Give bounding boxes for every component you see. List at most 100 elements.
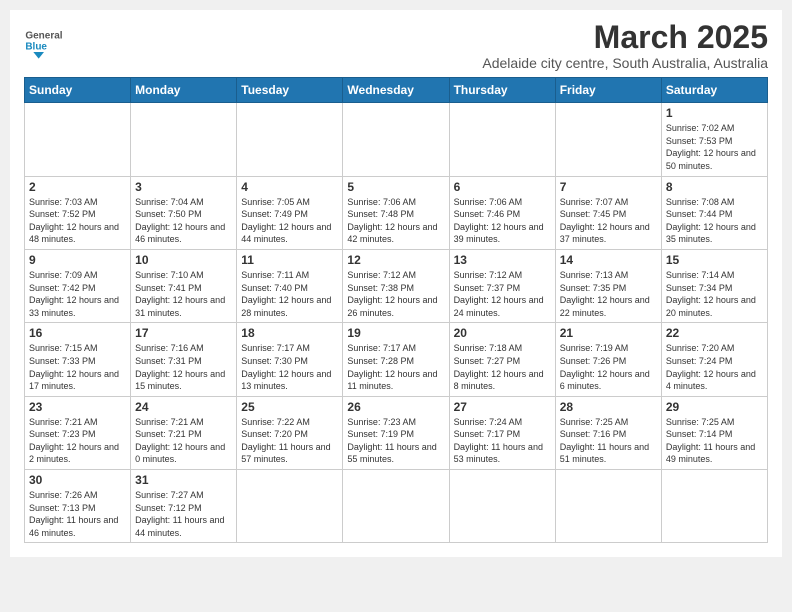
- col-wednesday: Wednesday: [343, 78, 449, 103]
- day-number: 10: [135, 253, 232, 267]
- day-info: Sunrise: 7:04 AM Sunset: 7:50 PM Dayligh…: [135, 196, 232, 246]
- day-number: 13: [454, 253, 551, 267]
- calendar-day: 17Sunrise: 7:16 AM Sunset: 7:31 PM Dayli…: [131, 323, 237, 396]
- header: General Blue March 2025 Adelaide city ce…: [24, 20, 768, 71]
- day-number: 16: [29, 326, 126, 340]
- calendar-day: 20 Sunrise: 7:18 AM Sunset: 7:27 PM Dayli…: [449, 323, 555, 396]
- day-number: 1: [666, 106, 763, 120]
- day-info: Sunrise: 7:17 AM Sunset: 7:30 PM Dayligh…: [241, 342, 338, 392]
- calendar-day: [661, 470, 767, 543]
- calendar-day: 10Sunrise: 7:10 AM Sunset: 7:41 PM Dayli…: [131, 249, 237, 322]
- calendar-day: 31Sunrise: 7:27 AM Sunset: 7:12 PM Dayli…: [131, 470, 237, 543]
- day-number: 3: [135, 180, 232, 194]
- calendar-day: [237, 103, 343, 176]
- calendar-day: 2 Sunrise: 7:03 AM Sunset: 7:52 PM Daylig…: [25, 176, 131, 249]
- day-info: Sunrise: 7:14 AM Sunset: 7:34 PM Dayligh…: [666, 269, 763, 319]
- day-info: Sunrise: 7:07 AM Sunset: 7:45 PM Dayligh…: [560, 196, 657, 246]
- calendar-header-row: Sunday Monday Tuesday Wednesday Thursday…: [25, 78, 768, 103]
- day-number: 8: [666, 180, 763, 194]
- day-info: Sunrise: 7:12 AM Sunset: 7:37 PM Dayligh…: [454, 269, 551, 319]
- day-number: 4: [241, 180, 338, 194]
- day-number: 26: [347, 400, 444, 414]
- calendar-week-3: 16 Sunrise: 7:15 AM Sunset: 7:33 PM Dayli…: [25, 323, 768, 396]
- calendar-day: 7 Sunrise: 7:07 AM Sunset: 7:45 PM Daylig…: [555, 176, 661, 249]
- day-number: 20: [454, 326, 551, 340]
- calendar-day: [449, 103, 555, 176]
- calendar-day: 8 Sunrise: 7:08 AM Sunset: 7:44 PM Daylig…: [661, 176, 767, 249]
- calendar-week-4: 23Sunrise: 7:21 AM Sunset: 7:23 PM Dayli…: [25, 396, 768, 469]
- calendar-day: 25Sunrise: 7:22 AM Sunset: 7:20 PM Dayli…: [237, 396, 343, 469]
- calendar-week-2: 9 Sunrise: 7:09 AM Sunset: 7:42 PM Daylig…: [25, 249, 768, 322]
- calendar-day: 1 Sunrise: 7:02 AM Sunset: 7:53 PM Daylig…: [661, 103, 767, 176]
- day-info: Sunrise: 7:11 AM Sunset: 7:40 PM Dayligh…: [241, 269, 338, 319]
- day-number: 12: [347, 253, 444, 267]
- calendar-day: 4 Sunrise: 7:05 AM Sunset: 7:49 PM Daylig…: [237, 176, 343, 249]
- calendar-day: 23Sunrise: 7:21 AM Sunset: 7:23 PM Dayli…: [25, 396, 131, 469]
- day-number: 7: [560, 180, 657, 194]
- day-number: 5: [347, 180, 444, 194]
- calendar-day: 22 Sunrise: 7:20 AM Sunset: 7:24 PM Dayli…: [661, 323, 767, 396]
- calendar-day: [343, 470, 449, 543]
- page-subtitle: Adelaide city centre, South Australia, A…: [482, 55, 768, 71]
- day-number: 14: [560, 253, 657, 267]
- calendar-day: 26Sunrise: 7:23 AM Sunset: 7:19 PM Dayli…: [343, 396, 449, 469]
- calendar-day: 21Sunrise: 7:19 AM Sunset: 7:26 PM Dayli…: [555, 323, 661, 396]
- calendar-day: [449, 470, 555, 543]
- calendar-day: 13 Sunrise: 7:12 AM Sunset: 7:37 PM Dayli…: [449, 249, 555, 322]
- calendar-day: [237, 470, 343, 543]
- day-info: Sunrise: 7:25 AM Sunset: 7:14 PM Dayligh…: [666, 416, 763, 466]
- calendar-day: 15 Sunrise: 7:14 AM Sunset: 7:34 PM Dayli…: [661, 249, 767, 322]
- calendar-day: 12Sunrise: 7:12 AM Sunset: 7:38 PM Dayli…: [343, 249, 449, 322]
- calendar-day: 18 Sunrise: 7:17 AM Sunset: 7:30 PM Dayli…: [237, 323, 343, 396]
- day-info: Sunrise: 7:13 AM Sunset: 7:35 PM Dayligh…: [560, 269, 657, 319]
- calendar-day: 24Sunrise: 7:21 AM Sunset: 7:21 PM Dayli…: [131, 396, 237, 469]
- day-info: Sunrise: 7:03 AM Sunset: 7:52 PM Dayligh…: [29, 196, 126, 246]
- calendar-day: 5 Sunrise: 7:06 AM Sunset: 7:48 PM Daylig…: [343, 176, 449, 249]
- col-saturday: Saturday: [661, 78, 767, 103]
- day-info: Sunrise: 7:20 AM Sunset: 7:24 PM Dayligh…: [666, 342, 763, 392]
- calendar: Sunday Monday Tuesday Wednesday Thursday…: [24, 77, 768, 543]
- calendar-day: 3 Sunrise: 7:04 AM Sunset: 7:50 PM Daylig…: [131, 176, 237, 249]
- day-info: Sunrise: 7:02 AM Sunset: 7:53 PM Dayligh…: [666, 122, 763, 172]
- calendar-day: 16 Sunrise: 7:15 AM Sunset: 7:33 PM Dayli…: [25, 323, 131, 396]
- svg-text:Blue: Blue: [25, 41, 47, 52]
- calendar-day: 9 Sunrise: 7:09 AM Sunset: 7:42 PM Daylig…: [25, 249, 131, 322]
- day-info: Sunrise: 7:16 AM Sunset: 7:31 PM Dayligh…: [135, 342, 232, 392]
- day-info: Sunrise: 7:06 AM Sunset: 7:48 PM Dayligh…: [347, 196, 444, 246]
- page-title: March 2025: [482, 20, 768, 55]
- day-number: 9: [29, 253, 126, 267]
- day-info: Sunrise: 7:18 AM Sunset: 7:27 PM Dayligh…: [454, 342, 551, 392]
- col-thursday: Thursday: [449, 78, 555, 103]
- calendar-day: [25, 103, 131, 176]
- calendar-day: 30Sunrise: 7:26 AM Sunset: 7:13 PM Dayli…: [25, 470, 131, 543]
- calendar-day: 6 Sunrise: 7:06 AM Sunset: 7:46 PM Daylig…: [449, 176, 555, 249]
- day-info: Sunrise: 7:15 AM Sunset: 7:33 PM Dayligh…: [29, 342, 126, 392]
- day-number: 31: [135, 473, 232, 487]
- calendar-day: [343, 103, 449, 176]
- day-number: 18: [241, 326, 338, 340]
- day-info: Sunrise: 7:21 AM Sunset: 7:23 PM Dayligh…: [29, 416, 126, 466]
- day-info: Sunrise: 7:08 AM Sunset: 7:44 PM Dayligh…: [666, 196, 763, 246]
- day-info: Sunrise: 7:17 AM Sunset: 7:28 PM Dayligh…: [347, 342, 444, 392]
- calendar-week-5: 30Sunrise: 7:26 AM Sunset: 7:13 PM Dayli…: [25, 470, 768, 543]
- calendar-day: 11Sunrise: 7:11 AM Sunset: 7:40 PM Dayli…: [237, 249, 343, 322]
- calendar-week-1: 2 Sunrise: 7:03 AM Sunset: 7:52 PM Daylig…: [25, 176, 768, 249]
- day-number: 6: [454, 180, 551, 194]
- day-number: 15: [666, 253, 763, 267]
- day-number: 30: [29, 473, 126, 487]
- day-info: Sunrise: 7:25 AM Sunset: 7:16 PM Dayligh…: [560, 416, 657, 466]
- day-info: Sunrise: 7:19 AM Sunset: 7:26 PM Dayligh…: [560, 342, 657, 392]
- svg-text:General: General: [25, 31, 62, 42]
- day-info: Sunrise: 7:05 AM Sunset: 7:49 PM Dayligh…: [241, 196, 338, 246]
- day-number: 25: [241, 400, 338, 414]
- calendar-day: 29Sunrise: 7:25 AM Sunset: 7:14 PM Dayli…: [661, 396, 767, 469]
- col-friday: Friday: [555, 78, 661, 103]
- day-info: Sunrise: 7:06 AM Sunset: 7:46 PM Dayligh…: [454, 196, 551, 246]
- title-block: March 2025 Adelaide city centre, South A…: [482, 20, 768, 71]
- calendar-day: 28Sunrise: 7:25 AM Sunset: 7:16 PM Dayli…: [555, 396, 661, 469]
- day-number: 22: [666, 326, 763, 340]
- logo: General Blue: [24, 20, 64, 60]
- day-number: 2: [29, 180, 126, 194]
- day-info: Sunrise: 7:09 AM Sunset: 7:42 PM Dayligh…: [29, 269, 126, 319]
- day-info: Sunrise: 7:21 AM Sunset: 7:21 PM Dayligh…: [135, 416, 232, 466]
